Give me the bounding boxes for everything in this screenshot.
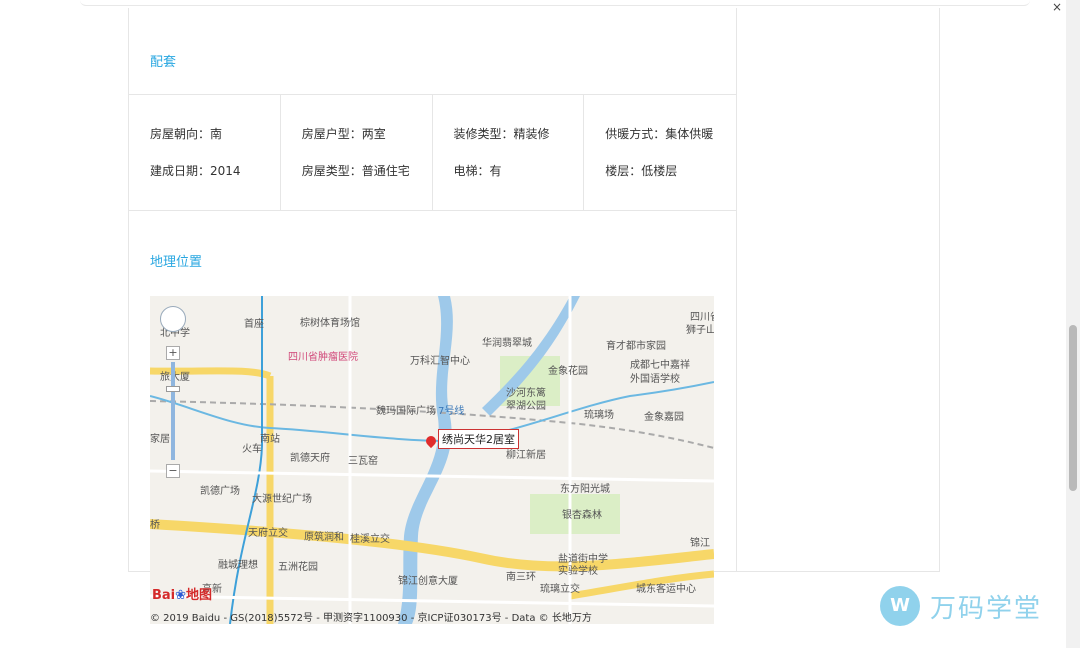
map-label: 琉璃场 xyxy=(584,410,614,421)
attribute-floor: 楼层：低楼层 xyxy=(605,164,678,178)
map-label: 金象花园 xyxy=(548,366,588,377)
attribute-orientation: 房屋朝向：南 xyxy=(150,127,223,141)
watermark-logo-icon: W xyxy=(880,586,920,626)
attribute-heating: 供暖方式：集体供暖 xyxy=(605,127,714,141)
zoom-track[interactable] xyxy=(171,362,175,460)
map-label: 城东客运中心 xyxy=(636,584,696,595)
attribute-column: 房屋朝向：南 建成日期：2014 xyxy=(129,95,281,211)
page-scrollbar[interactable] xyxy=(1066,0,1080,648)
zoom-slider-handle[interactable] xyxy=(166,386,180,392)
browser-top-edge xyxy=(80,0,1030,6)
map-label: 琉璃立交 xyxy=(540,584,580,595)
location-title: 地理位置 xyxy=(150,255,203,270)
map-label: 金象嘉园 xyxy=(644,412,684,423)
map-label: 育才都市家园 xyxy=(606,341,666,352)
map-pin-label[interactable]: 绣尚天华2居室 xyxy=(438,429,519,449)
map-label: 华润翡翠城 xyxy=(482,338,532,349)
attribute-build-year: 建成日期：2014 xyxy=(150,164,241,178)
map-label: 凯德天府 xyxy=(290,453,330,464)
map-zoom-control[interactable]: + − xyxy=(166,346,180,478)
map-label: 火车 xyxy=(242,444,262,455)
map-label: 三瓦窑 xyxy=(348,456,378,467)
attribute-column: 房屋户型：两室 房屋类型：普通住宅 xyxy=(281,95,433,211)
map-label: 五洲花园 xyxy=(278,562,318,573)
map-label: 融城理想 xyxy=(218,560,258,571)
map-copyright: © 2019 Baidu - GS(2018)5572号 - 甲测资字11009… xyxy=(150,613,592,624)
zoom-out-button[interactable]: − xyxy=(166,464,180,478)
scrollbar-thumb[interactable] xyxy=(1069,325,1077,491)
map-label: 实验学校 xyxy=(558,566,598,577)
map-label: 狮子山 xyxy=(686,325,714,336)
attribute-house-type: 房屋类型：普通住宅 xyxy=(301,164,410,178)
map-label: 原筑润和 xyxy=(304,532,344,543)
map-label: 锦江 xyxy=(690,538,710,549)
attribute-column: 供暖方式：集体供暖 楼层：低楼层 xyxy=(584,95,736,211)
map-label: 棕树体育场馆 xyxy=(300,318,360,329)
baidu-map-logo: Bai❀地图 xyxy=(152,588,213,603)
zoom-in-button[interactable]: + xyxy=(166,346,180,360)
map-label: 7号线 xyxy=(438,406,465,417)
map-label: 桥 xyxy=(150,520,160,531)
map-label: 天府立交 xyxy=(248,528,288,539)
watermark: W 万码学堂 xyxy=(880,586,1042,626)
map-label: 首座 xyxy=(244,319,264,330)
map-label: 南三环 xyxy=(506,572,536,583)
map-label: 万科汇智中心 xyxy=(410,356,470,367)
map-label: 四川省肿瘤医院 xyxy=(288,352,358,363)
map-label: 南站 xyxy=(260,434,280,445)
attribute-column: 装修类型：精装修 电梯：有 xyxy=(433,95,585,211)
baidu-map[interactable]: 北中学 首座 棕树体育场馆 四川省肿瘤医院 万科汇智中心 华润翡翠城 育才都市家… xyxy=(150,296,714,624)
close-icon[interactable]: × xyxy=(1052,0,1062,14)
map-label: 翠湖公园 xyxy=(506,401,546,412)
map-label: 桂溪立交 xyxy=(350,534,390,545)
attribute-layout: 房屋户型：两室 xyxy=(301,127,386,141)
map-label: 凯德广场 xyxy=(200,486,240,497)
attribute-decoration: 装修类型：精装修 xyxy=(453,127,550,141)
map-label: 银杏森林 xyxy=(562,510,602,521)
map-label: 成都七中嘉祥 xyxy=(630,360,690,371)
map-label: 魏玛国际广场 xyxy=(376,406,436,417)
map-label: 大源世纪广场 xyxy=(252,494,312,505)
map-label: 东方阳光城 xyxy=(560,484,610,495)
map-label: 外国语学校 xyxy=(630,374,680,385)
map-label: 锦江创意大厦 xyxy=(398,576,458,587)
facilities-title: 配套 xyxy=(150,55,177,70)
divider xyxy=(129,210,736,211)
attribute-elevator: 电梯：有 xyxy=(453,164,502,178)
watermark-text: 万码学堂 xyxy=(930,593,1043,624)
attributes-grid: 房屋朝向：南 建成日期：2014 房屋户型：两室 房屋类型：普通住宅 装修类型：… xyxy=(129,95,736,211)
map-pan-control[interactable] xyxy=(160,306,186,332)
